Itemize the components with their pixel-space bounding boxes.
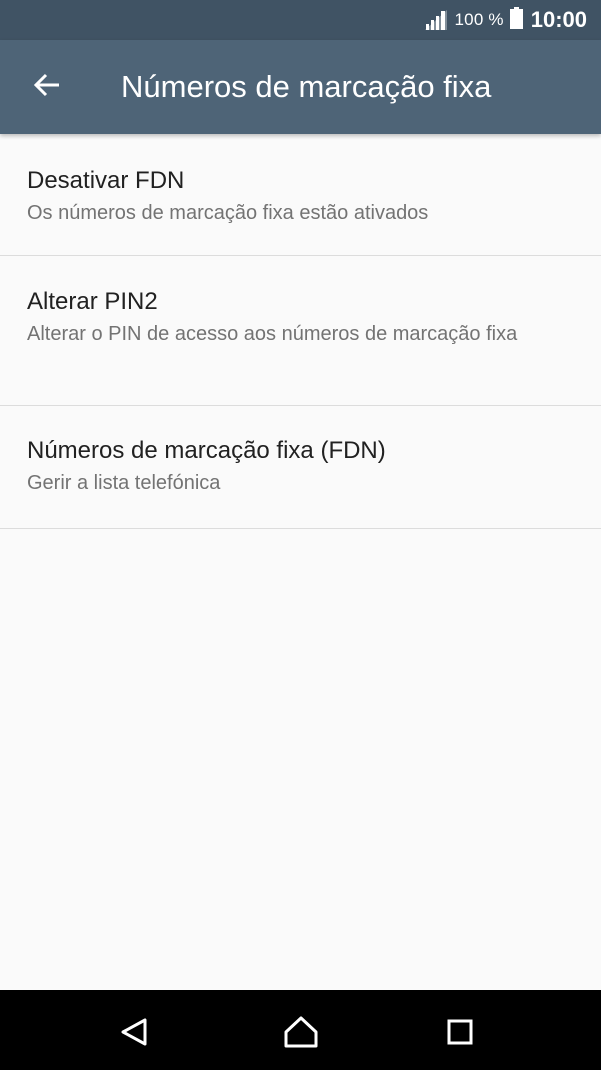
pref-title: Números de marcação fixa (FDN) — [27, 437, 386, 464]
nav-home-button[interactable] — [279, 1010, 323, 1054]
nav-back-button[interactable] — [112, 1010, 156, 1054]
pref-summary: Alterar o PIN de acesso aos números de m… — [27, 323, 518, 345]
app-bar: Números de marcação fixa — [0, 40, 601, 134]
battery-icon — [509, 6, 523, 34]
screen: 100 % 10:00 Números de marcação fixa Des… — [0, 0, 601, 1070]
pref-title: Desativar FDN — [27, 167, 185, 194]
nav-recents-button[interactable] — [438, 1010, 482, 1054]
pref-disable-fdn[interactable]: Desativar FDN Os números de marcação fix… — [0, 134, 601, 256]
nav-back-icon — [112, 1010, 156, 1054]
status-clock: 10:00 — [530, 7, 587, 32]
arrow-back-icon — [33, 73, 61, 102]
navigation-bar — [0, 990, 601, 1070]
settings-list: Desativar FDN Os números de marcação fix… — [0, 134, 601, 529]
pref-fdn-list[interactable]: Números de marcação fixa (FDN) Gerir a l… — [0, 406, 601, 529]
nav-home-icon — [279, 1010, 323, 1054]
pref-title: Alterar PIN2 — [27, 288, 158, 315]
pref-summary: Os números de marcação fixa estão ativad… — [27, 202, 429, 224]
nav-recents-icon — [438, 1010, 482, 1054]
signal-icon — [424, 10, 447, 30]
battery-percentage: 100 % — [454, 10, 504, 29]
pref-summary: Gerir a lista telefónica — [27, 472, 221, 494]
back-button[interactable] — [19, 59, 75, 115]
pref-change-pin2[interactable]: Alterar PIN2 Alterar o PIN de acesso aos… — [0, 256, 601, 406]
page-title: Números de marcação fixa — [121, 69, 492, 104]
status-bar: 100 % 10:00 — [0, 0, 601, 40]
